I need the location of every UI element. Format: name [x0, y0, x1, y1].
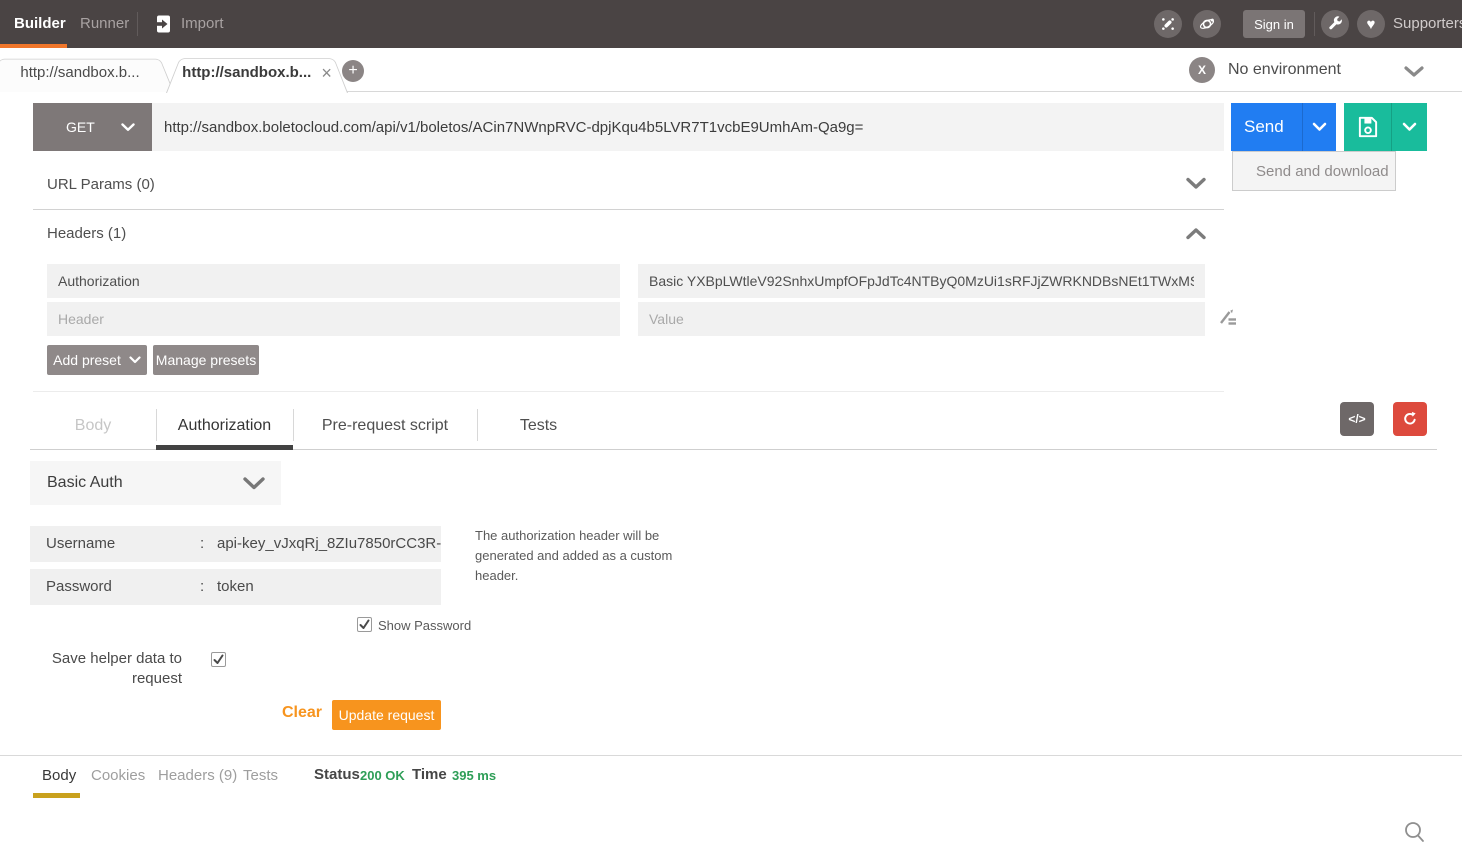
tab-authorization-active-underline [156, 445, 293, 450]
top-bar: Builder Runner Import [0, 0, 1462, 48]
code-icon: </> [1348, 412, 1365, 426]
bulk-edit-icon[interactable] [1216, 306, 1240, 335]
username-value[interactable]: api-key_vJxqRj_8ZIu7850rCC3R-lDl [217, 526, 441, 562]
postman-app: Builder Runner Import [0, 0, 1462, 855]
response-tab-cookies[interactable]: Cookies [91, 767, 145, 784]
time-value: 395 ms [452, 768, 496, 783]
response-tab-body-active-underline [33, 793, 80, 798]
tab-body[interactable]: Body [30, 402, 156, 449]
heart-icon[interactable]: ♥ [1357, 10, 1385, 38]
auth-type-chevron-down-icon[interactable] [243, 477, 265, 495]
topbar-divider [137, 12, 138, 36]
request-tab-inactive[interactable]: http://sandbox.b... [0, 53, 174, 92]
save-helper-checkbox[interactable] [211, 652, 226, 667]
nav-builder[interactable]: Builder [14, 0, 66, 48]
send-options-button[interactable] [1302, 103, 1336, 151]
send-and-download-menu-item[interactable]: Send and download [1232, 151, 1396, 191]
section-divider [33, 209, 1224, 210]
generate-code-button[interactable]: </> [1340, 402, 1374, 436]
auth-type-label: Basic Auth [47, 474, 123, 492]
password-row[interactable]: Password : token [30, 569, 441, 605]
wrench-icon[interactable] [1321, 10, 1349, 38]
manage-presets-button[interactable]: Manage presets [153, 345, 259, 375]
header-key-input[interactable] [47, 264, 620, 298]
chevron-down-icon [121, 123, 135, 132]
send-button[interactable]: Send [1231, 103, 1302, 151]
panel-bottom-divider [33, 391, 1224, 392]
url-input[interactable] [152, 103, 1224, 151]
close-tab-icon[interactable]: × [321, 64, 332, 82]
header-value-input[interactable] [638, 264, 1205, 298]
topbar-divider [1314, 12, 1315, 36]
search-icon[interactable] [1402, 820, 1428, 851]
show-password-checkbox[interactable] [357, 617, 372, 632]
password-label: Password [46, 569, 112, 605]
headers-section-header[interactable]: Headers (1) [47, 210, 126, 258]
update-request-button[interactable]: Update request [332, 700, 441, 730]
url-params-section-header[interactable]: URL Params (0) [47, 160, 155, 209]
supporters-link[interactable]: Supporters [1393, 0, 1462, 48]
tab-tests[interactable]: Tests [477, 402, 600, 449]
auth-helper-note: The authorization header will be generat… [475, 526, 695, 586]
save-helper-label: Save helper data to request [44, 649, 182, 689]
tab-label: http://sandbox.b... [20, 64, 139, 81]
save-button[interactable] [1344, 103, 1391, 151]
interceptor-icon[interactable] [1154, 10, 1182, 38]
response-tab-tests[interactable]: Tests [243, 767, 278, 784]
colon: : [200, 526, 204, 562]
method-label: GET [66, 119, 95, 135]
reset-button[interactable] [1393, 402, 1427, 436]
username-row[interactable]: Username : api-key_vJxqRj_8ZIu7850rCC3R-… [30, 526, 441, 562]
response-tab-headers[interactable]: Headers (9) [158, 767, 237, 784]
colon: : [200, 569, 204, 605]
environment-chevron-down-icon[interactable] [1404, 65, 1424, 83]
header-value-input-empty[interactable] [638, 302, 1205, 336]
url-params-expand-icon[interactable] [1186, 177, 1206, 195]
response-bar-border [0, 755, 1462, 756]
no-environment-icon: X [1189, 57, 1215, 83]
status-value: 200 OK [360, 768, 405, 783]
username-label: Username [46, 526, 115, 562]
nav-import[interactable]: Import [181, 0, 224, 48]
clear-link[interactable]: Clear [282, 704, 322, 722]
checkmark-icon [212, 653, 225, 666]
import-icon [152, 14, 172, 39]
sync-icon[interactable] [1193, 10, 1221, 38]
method-dropdown[interactable]: GET [33, 103, 152, 151]
tab-label: http://sandbox.b... [182, 64, 311, 81]
sign-in-button[interactable]: Sign in [1243, 10, 1305, 38]
checkmark-icon [358, 618, 371, 631]
tab-authorization[interactable]: Authorization [156, 402, 293, 449]
request-tab-strip: http://sandbox.b... http://sandbox.b... … [0, 48, 1462, 92]
password-value[interactable]: token [217, 569, 254, 605]
response-tab-body[interactable]: Body [42, 767, 76, 784]
chevron-down-icon [1402, 122, 1417, 132]
status-label: Status [314, 766, 360, 783]
chevron-down-icon [129, 356, 141, 364]
environment-selector[interactable]: No environment [1228, 48, 1341, 92]
save-options-button[interactable] [1391, 103, 1427, 151]
nav-runner[interactable]: Runner [80, 0, 129, 48]
save-icon [1355, 114, 1381, 140]
time-label: Time [412, 766, 447, 783]
tab-pre-request-script[interactable]: Pre-request script [293, 402, 477, 449]
add-preset-button[interactable]: Add preset [47, 345, 147, 375]
add-preset-label: Add preset [53, 352, 121, 368]
request-tab-active[interactable]: http://sandbox.b... × [166, 52, 348, 93]
header-key-input-empty[interactable] [47, 302, 620, 336]
chevron-down-icon [1312, 122, 1327, 132]
show-password-label[interactable]: Show Password [378, 618, 471, 633]
headers-collapse-icon[interactable] [1186, 227, 1206, 245]
refresh-icon [1401, 410, 1419, 428]
send-label: Send [1244, 117, 1284, 137]
